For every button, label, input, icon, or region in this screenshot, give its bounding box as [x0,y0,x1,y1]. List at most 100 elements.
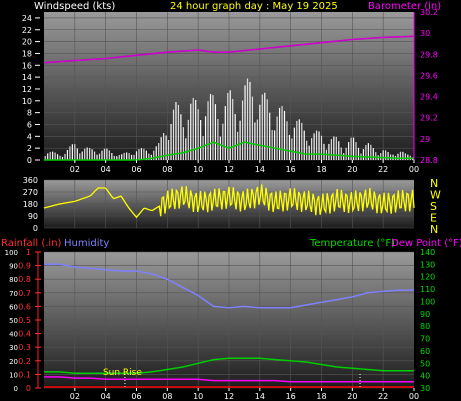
temperature-tick-label: 120 [420,273,435,282]
x-tick-label: 02 [70,165,80,174]
humidity-tick-label: 70 [9,290,18,298]
rainfall-tick-label: 0.9 [18,262,31,271]
rainfall-tick-label: 0.2 [18,357,31,366]
temperature-tick-label: 80 [420,322,430,331]
barometer-tick-label: 29.4 [420,93,438,102]
direction-tick-label: 180 [23,200,38,209]
rainfall-tick-label: 0 [26,384,31,393]
x-tick-label: 06 [131,392,141,401]
compass-labels: NWSEN [430,177,441,236]
x-tick-label: 20 [347,392,357,401]
temperature-ticks: 30 40 50 60 70 80 90 100 110 120 130 140 [420,248,435,393]
humidity-tick-label: 20 [9,358,18,366]
rainfall-tick-label: 0.5 [18,316,31,325]
barometer-tick-label: 28.8 [420,156,438,165]
barometer-tick-label: 29.2 [420,114,438,123]
wind-speed-tick-label: 0 [27,156,32,165]
humidity-tick-label: 80 [9,276,18,284]
temperature-tick-label: 130 [420,260,435,269]
compass-letter: N [430,223,438,236]
humidity-legend: Humidity [64,238,109,249]
rainfall-tick-label: 1 [26,248,31,257]
x-tick-label: 10 [193,392,203,401]
direction-tick-label: 270 [23,188,38,197]
humidity-tick-label: 90 [9,263,18,271]
humidity-tick-label: 60 [9,303,18,311]
x-tick-label: 00 [409,392,419,401]
rainfall-tick-label: 0.1 [18,370,31,379]
temperature-tick-label: 50 [420,359,430,368]
humidity-tick-label: 10 [9,371,18,379]
x-tick-label: 06 [131,165,141,174]
rainfall-tick-label: 0.7 [18,289,31,298]
windspeed-axis-title: Windspeed (kts) [34,1,115,12]
wind-speed-tick-label: 18 [22,49,32,58]
x-tick-label: 18 [316,165,326,174]
direction-tick-label: 360 [23,176,38,185]
humidity-ticks: 0 10 20 30 40 50 60 70 80 90 100 [5,249,18,393]
wind-speed-tick-label: 8 [27,109,32,118]
x-tick-label: 08 [162,165,172,174]
wind-speed-tick-label: 10 [22,97,32,106]
x-tick-label: 02 [70,392,80,401]
temperature-legend: Temperature (°F) [309,238,395,249]
rainfall-legend: Rainfall (.in) [1,238,62,249]
x-tick-label: 04 [101,165,111,174]
wind-speed-tick-label: 22 [22,26,32,35]
temperature-tick-label: 40 [420,372,430,381]
x-tick-label: 00 [409,165,419,174]
temperature-tick-label: 110 [420,285,435,294]
temperature-tick-label: 90 [420,310,430,319]
barometer-ticks: 28.8 29 29.2 29.4 29.6 29.8 30 30.2 [420,8,438,165]
direction-tick-label: 90 [28,212,38,221]
wind-speed-tick-label: 4 [27,132,32,141]
x-tick-label: 16 [286,392,296,401]
x-tick-label: 14 [255,165,265,174]
humidity-tick-label: 30 [9,344,18,352]
barometer-tick-label: 29.8 [420,50,438,59]
humidity-tick-label: 40 [9,331,18,339]
rainfall-tick-label: 0.6 [18,302,31,311]
wind-speed-tick-label: 20 [22,38,32,47]
temperature-tick-label: 30 [420,384,430,393]
x-tick-label: 16 [286,165,296,174]
x-tick-label: 22 [378,165,388,174]
rainfall-tick-label: 0.3 [18,343,31,352]
x-tick-label: 08 [162,392,172,401]
temperature-tick-label: 60 [420,347,430,356]
x-tick-label: 10 [193,165,203,174]
rainfall-tick-label: 0.4 [18,330,31,339]
x-tick-label: 12 [224,392,234,401]
barometer-tick-label: 29.6 [420,71,438,80]
x-tick-label: 20 [347,165,357,174]
graph-title: 24 hour graph day : May 19 2025 [170,1,338,12]
x-tick-label: 14 [255,392,265,401]
wind-x-ticks: 02 04 06 08 10 12 14 16 18 20 22 00 [70,160,419,174]
temperature-tick-label: 140 [420,248,435,257]
temperature-tick-label: 100 [420,297,435,306]
humidity-tick-label: 0 [14,385,18,393]
wind-speed-ticks: 024681012141618202224 [22,14,40,165]
wind-speed-tick-label: 12 [22,85,32,94]
wind-speed-tick-label: 24 [22,14,32,23]
x-tick-label: 22 [378,392,388,401]
x-tick-label: 04 [101,392,111,401]
sunrise-label: Sun Rise [103,368,142,378]
humidity-tick-label: 100 [5,249,18,257]
weather-graph: Windspeed (kts) 24 hour graph day : May … [1,1,461,401]
direction-tick-label: 0 [33,224,38,233]
rainfall-tick-label: 0.8 [18,275,31,284]
barometer-tick-label: 30.2 [420,8,438,17]
x-tick-label: 18 [316,392,326,401]
wind-speed-tick-label: 16 [22,61,32,70]
temperature-tick-label: 70 [420,335,430,344]
wind-speed-tick-label: 14 [22,73,32,82]
direction-ticks: 0 90 180 270 360 [23,176,38,233]
barometer-tick-label: 30 [420,29,430,38]
x-tick-label: 12 [224,165,234,174]
humidity-tick-label: 50 [9,317,18,325]
climate-x-ticks: 02 04 06 08 10 12 14 16 18 20 22 00 [70,388,419,401]
barometer-tick-label: 29 [420,135,430,144]
wind-speed-tick-label: 6 [27,120,32,129]
wind-speed-tick-label: 2 [27,144,32,153]
